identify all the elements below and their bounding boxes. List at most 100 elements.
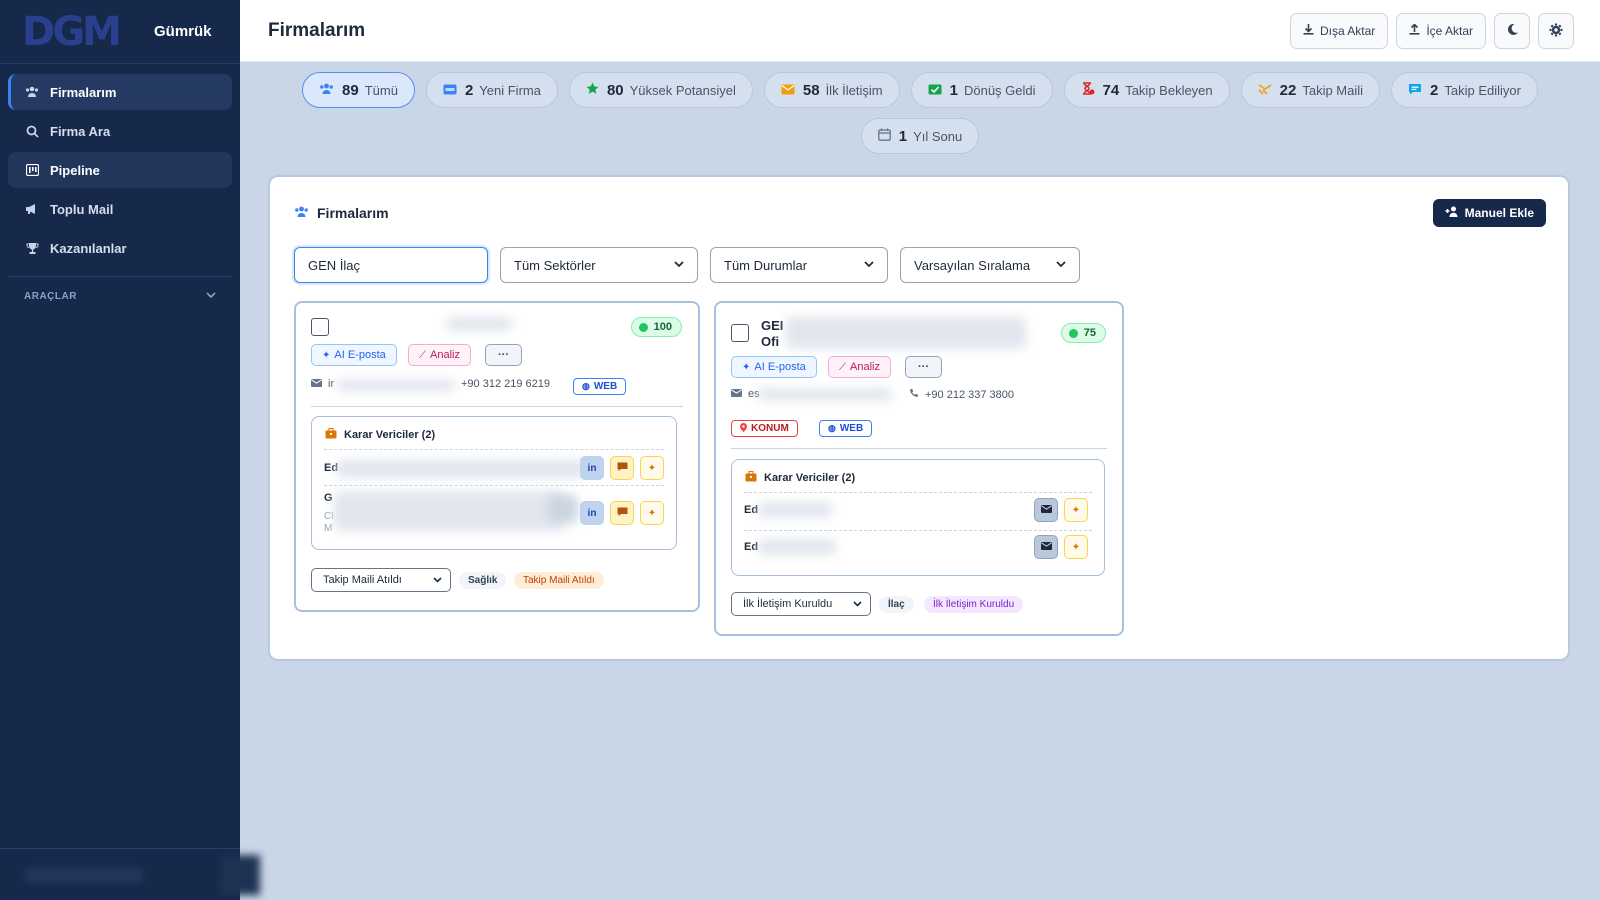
ai-suggest-button[interactable]: ✦ <box>1064 535 1088 559</box>
sidebar-item-label: Pipeline <box>50 162 100 178</box>
company-name-line2: Ofi <box>761 334 780 349</box>
chip-yil-sonu[interactable]: 1 Yıl Sonu <box>860 118 980 154</box>
chip-takip-bekleyen[interactable]: 74 Takip Bekleyen <box>1063 72 1230 108</box>
ai-suggest-button[interactable]: ✦ <box>1064 498 1088 522</box>
card-select-checkbox[interactable] <box>311 318 329 336</box>
web-tag[interactable]: ◍ WEB <box>573 378 627 395</box>
status-select[interactable]: Tüm Durumlar <box>710 247 888 283</box>
search-input[interactable] <box>294 247 488 283</box>
ai-email-label: AI E-posta <box>334 349 386 361</box>
more-button[interactable]: ··· <box>485 344 522 366</box>
chevron-down-icon <box>206 291 216 302</box>
dm-name-redacted <box>336 460 586 478</box>
card-divider <box>311 406 683 407</box>
chip-yeni-firma[interactable]: 2 Yeni Firma <box>425 72 558 108</box>
chip-yuksek-potansiyel[interactable]: 80 Yüksek Potansiyel <box>568 72 753 108</box>
chip-tumu[interactable]: 89 Tümü <box>302 72 415 108</box>
chart-line-icon: ⟋ <box>839 361 846 373</box>
phone-number: +90 312 219 6219 <box>461 378 551 390</box>
linkedin-button[interactable]: in <box>580 501 604 525</box>
ai-email-button[interactable]: ✦ AI E-posta <box>311 344 397 366</box>
settings-button[interactable] <box>1538 13 1574 49</box>
chip-count: 1 <box>898 127 908 145</box>
sidebar-section-araclar[interactable]: ARAÇLAR <box>0 277 240 302</box>
gear-icon <box>1549 23 1563 40</box>
card-select-checkbox[interactable] <box>731 324 749 342</box>
company-card[interactable]: GEI Ofi 75 ✦ AI E-posta ⟋ Analiz ··· es … <box>714 301 1124 636</box>
chip-label: Yıl Sonu <box>913 128 963 144</box>
web-tag[interactable]: ◍ WEB <box>819 420 873 437</box>
email-contact[interactable]: es <box>731 388 760 400</box>
email-prefix: ir <box>328 378 335 390</box>
sidebar-item-label: Firmalarım <box>50 84 117 100</box>
more-button[interactable]: ··· <box>905 356 942 378</box>
page-title: Firmalarım <box>268 19 366 41</box>
status-pill: Takip Maili Atıldı <box>514 572 604 589</box>
sparkle-icon: ✦ <box>1071 504 1081 516</box>
map-pin-icon <box>740 423 747 434</box>
message-button[interactable] <box>610 456 634 480</box>
chip-takip-ediliyor[interactable]: 2 Takip Ediliyor <box>1391 72 1538 108</box>
company-name[interactable]: GEI <box>761 318 783 333</box>
header-actions: Dışa Aktar İçe Aktar <box>1289 13 1574 49</box>
manual-add-button[interactable]: Manuel Ekle <box>1432 199 1546 227</box>
analysis-button[interactable]: ⟋ Analiz <box>828 356 891 378</box>
envelope-icon <box>1040 541 1052 553</box>
sort-select[interactable]: Varsayılan Sıralama <box>900 247 1080 283</box>
sidebar-item-pipeline[interactable]: Pipeline <box>8 152 232 188</box>
export-button[interactable]: Dışa Aktar <box>1289 13 1389 49</box>
phone-contact[interactable]: +90 212 337 3800 <box>909 388 1014 401</box>
chip-count: 89 <box>342 81 359 99</box>
card-status-select[interactable]: İlk İletişim Kuruldu <box>731 592 871 616</box>
chat-icon <box>617 462 628 475</box>
linkedin-button[interactable]: in <box>580 456 604 480</box>
moon-icon <box>1506 23 1519 39</box>
sidebar-item-firmalarim[interactable]: Firmalarım <box>8 74 232 110</box>
message-button[interactable] <box>610 501 634 525</box>
email-button[interactable] <box>1034 498 1058 522</box>
company-name-redacted <box>786 317 1026 349</box>
globe-icon: ◍ <box>582 381 590 391</box>
score-value: 75 <box>1083 327 1096 339</box>
download-icon <box>1303 24 1314 38</box>
ai-suggest-button[interactable]: ✦ <box>640 456 664 480</box>
decision-makers-label: Karar Vericiler (2) <box>764 472 856 484</box>
dm-name: Ed <box>744 541 759 553</box>
user-profile[interactable] <box>0 848 260 900</box>
score-dot-icon <box>638 322 648 332</box>
chip-takip-maili[interactable]: 22 Takip Maili <box>1240 72 1381 108</box>
briefcase-icon <box>745 471 757 485</box>
score-value: 100 <box>653 321 672 333</box>
card-status-select[interactable]: Takip Maili Atıldı <box>311 568 451 592</box>
sidebar-item-toplu-mail[interactable]: Toplu Mail <box>8 191 232 227</box>
chip-label: Dönüş Geldi <box>963 82 1036 98</box>
sidebar-item-kazanilanlar[interactable]: Kazanılanlar <box>8 230 232 266</box>
dm-title-text: Cl <box>324 511 334 522</box>
envelope-icon <box>311 378 322 390</box>
ai-email-label: AI E-posta <box>754 361 806 373</box>
brand-logo[interactable]: DGM <box>22 12 142 52</box>
sector-select[interactable]: Tüm Sektörler <box>500 247 698 283</box>
analysis-button[interactable]: ⟋ Analiz <box>408 344 471 366</box>
phone-contact[interactable]: +90 312 219 6219 <box>461 378 550 390</box>
chip-count: 2 <box>464 81 474 99</box>
ai-email-button[interactable]: ✦ AI E-posta <box>731 356 817 378</box>
dm-avatar-redacted <box>548 495 578 523</box>
email-button[interactable] <box>1034 535 1058 559</box>
top-header: Firmalarım Dışa Aktar İçe Aktar <box>240 0 1600 62</box>
import-button[interactable]: İçe Aktar <box>1396 13 1486 49</box>
user-plus-icon <box>1445 206 1459 220</box>
ai-suggest-button[interactable]: ✦ <box>640 501 664 525</box>
sidebar-item-firma-ara[interactable]: Firma Ara <box>8 113 232 149</box>
chip-donus-geldi[interactable]: 1 Dönüş Geldi <box>910 72 1053 108</box>
company-card[interactable]: 100 ✦ AI E-posta ⟋ Analiz ··· ir +90 312… <box>294 301 700 612</box>
status-pill: İlk İletişim Kuruldu <box>924 596 1024 613</box>
chip-label: Takip Ediliyor <box>1444 82 1521 98</box>
card-divider <box>731 448 1107 449</box>
hourglass-icon <box>1081 82 1095 98</box>
email-contact[interactable]: ir <box>311 378 334 390</box>
chip-ilk-iletisim[interactable]: 58 İlk İletişim <box>763 72 900 108</box>
location-tag[interactable]: KONUM <box>731 420 798 437</box>
dark-mode-button[interactable] <box>1494 13 1530 49</box>
dm-name: G <box>324 492 333 504</box>
